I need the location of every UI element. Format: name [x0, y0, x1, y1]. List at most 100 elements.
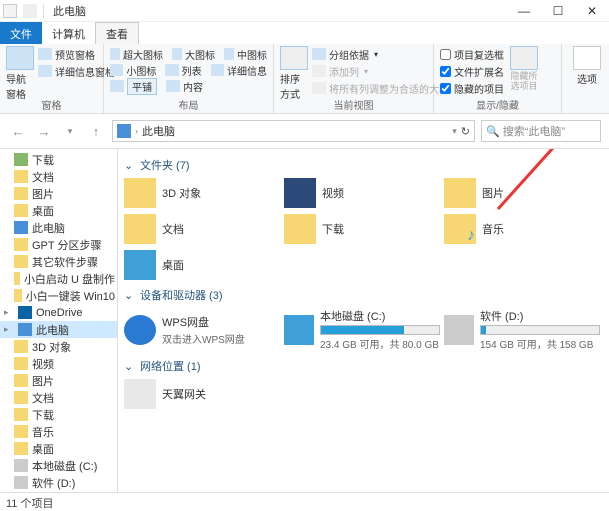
- item-icon: [124, 214, 156, 244]
- groupby-icon: [312, 48, 326, 60]
- search-icon: 🔍: [486, 125, 500, 138]
- folder-icon: [14, 408, 28, 421]
- ribbon-group-showhide: 项目复选框 文件扩展名 隐藏的项目 隐藏所选项目 显示/隐藏: [434, 44, 562, 113]
- list-item[interactable]: 3D 对象: [122, 175, 282, 211]
- capacity-bar: [480, 325, 600, 335]
- nav-pane-icon: [6, 46, 34, 70]
- up-button[interactable]: ↑: [86, 121, 106, 141]
- list-item[interactable]: 天翼网关: [122, 376, 282, 412]
- chevron-down-icon: ⌄: [124, 289, 134, 302]
- tab-computer[interactable]: 计算机: [42, 22, 95, 44]
- address-bar: ← → ▾ ↑ › 此电脑 ▾ ↻ 🔍 搜索“此电脑”: [0, 114, 609, 148]
- maximize-button[interactable]: ☐: [541, 0, 575, 22]
- layout-tiles[interactable]: 平铺: [127, 78, 157, 95]
- refresh-button[interactable]: ↻: [461, 125, 470, 138]
- item-icon: [124, 178, 156, 208]
- list-item[interactable]: 本地磁盘 (C:)23.4 GB 可用，共 80.0 GB: [282, 305, 442, 354]
- group-label-layout: 布局: [104, 97, 273, 112]
- layout-content[interactable]: 内容: [183, 79, 203, 94]
- item-subtext: 154 GB 可用，共 158 GB: [480, 336, 600, 351]
- list-item[interactable]: 文档: [122, 211, 282, 247]
- options-button[interactable]: 选项: [568, 46, 606, 86]
- close-button[interactable]: ✕: [575, 0, 609, 22]
- layout-list[interactable]: 列表: [182, 63, 202, 78]
- sidebar-item[interactable]: 下载: [0, 151, 117, 168]
- folder-icon: [14, 238, 28, 251]
- list-item[interactable]: 音乐: [442, 211, 602, 247]
- sidebar-item[interactable]: 视频: [0, 355, 117, 372]
- sidebar-item[interactable]: ▸OneDrive: [0, 304, 117, 321]
- layout-detail[interactable]: 详细信息: [227, 63, 267, 78]
- recent-dropdown[interactable]: ▾: [60, 121, 80, 141]
- folder-icon: [14, 374, 28, 387]
- sidebar-item[interactable]: GPT 分区步骤: [0, 236, 117, 253]
- item-icon: [124, 315, 156, 345]
- sidebar-item[interactable]: 桌面: [0, 202, 117, 219]
- layout-xl[interactable]: 超大图标: [123, 47, 163, 62]
- list-item[interactable]: 下载: [282, 211, 442, 247]
- sidebar-item[interactable]: 本地磁盘 (C:): [0, 457, 117, 474]
- sidebar-item[interactable]: 桌面: [0, 440, 117, 457]
- sidebar-item[interactable]: 其它软件步骤: [0, 253, 117, 270]
- app-icon: [3, 4, 17, 18]
- folder-icon: [14, 425, 28, 438]
- sidebar-item[interactable]: 软件 (D:): [0, 474, 117, 491]
- sidebar-item[interactable]: 图片: [0, 372, 117, 389]
- window-title: 此电脑: [53, 3, 86, 19]
- sidebar-item[interactable]: 音乐: [0, 423, 117, 440]
- section-title: 网络位置 (1): [140, 358, 201, 374]
- sidebar-item[interactable]: 下载: [0, 406, 117, 423]
- sidebar-item[interactable]: 文档: [0, 168, 117, 185]
- sidebar-item[interactable]: ▸此电脑: [0, 321, 117, 338]
- quickaccess-icon[interactable]: [23, 4, 37, 18]
- list-item[interactable]: 图片: [442, 175, 602, 211]
- section-header[interactable]: ⌄设备和驱动器 (3): [122, 283, 609, 305]
- sidebar-item-label: 下载: [32, 407, 54, 423]
- list-item[interactable]: 桌面: [122, 247, 282, 283]
- search-field[interactable]: 🔍 搜索“此电脑”: [481, 120, 601, 142]
- list-item[interactable]: 视频: [282, 175, 442, 211]
- sidebar-item[interactable]: 3D 对象: [0, 338, 117, 355]
- layout-sm[interactable]: 小图标: [126, 63, 156, 78]
- sidebar-item-label: 3D 对象: [32, 339, 71, 355]
- sort-icon: [280, 46, 308, 70]
- item-subtext: 23.4 GB 可用，共 80.0 GB: [320, 336, 440, 351]
- content-pane[interactable]: ⌄文件夹 (7)3D 对象视频图片文档下载音乐桌面⌄设备和驱动器 (3)WPS网…: [118, 149, 609, 492]
- item-label: 下载: [322, 221, 344, 237]
- addcol-button[interactable]: 添加列▾: [312, 63, 449, 79]
- groupby-button[interactable]: 分组依据▾: [312, 46, 449, 62]
- preview-pane-icon: [38, 48, 52, 60]
- layout-md[interactable]: 中图标: [237, 47, 267, 62]
- section-header[interactable]: ⌄网络位置 (1): [122, 354, 609, 376]
- forward-button[interactable]: →: [34, 121, 54, 141]
- item-label: WPS网盘: [162, 314, 245, 330]
- section-header[interactable]: ⌄文件夹 (7): [122, 153, 609, 175]
- sidebar-item[interactable]: 小白启动 U 盘制作: [0, 270, 117, 287]
- chk-extensions[interactable]: [440, 66, 451, 77]
- addcol-icon: [312, 65, 326, 77]
- sidebar-item[interactable]: 此电脑: [0, 219, 117, 236]
- back-button[interactable]: ←: [8, 121, 28, 141]
- folder-icon: [14, 187, 28, 200]
- layout-lg[interactable]: 大图标: [185, 47, 215, 62]
- tab-view[interactable]: 查看: [95, 22, 139, 44]
- chk-item-checkboxes[interactable]: [440, 49, 451, 60]
- minimize-button[interactable]: —: [507, 0, 541, 22]
- sidebar-item[interactable]: 图片: [0, 185, 117, 202]
- folder-icon: [18, 306, 32, 319]
- address-field[interactable]: › 此电脑 ▾ ↻: [112, 120, 475, 142]
- sidebar-item-label: 其它软件步骤: [32, 254, 98, 270]
- tab-file[interactable]: 文件: [0, 22, 42, 44]
- sidebar-item[interactable]: 文档: [0, 389, 117, 406]
- item-label: 音乐: [482, 221, 504, 237]
- ribbon: 导航窗格 预览窗格 详细信息窗格 窗格 超大图标大图标中图标 小图标列表详细信息…: [0, 44, 609, 114]
- item-label: 天翼网关: [162, 386, 206, 402]
- list-item[interactable]: 软件 (D:)154 GB 可用，共 158 GB: [442, 305, 602, 354]
- autosize-button[interactable]: 将所有列调整为合适的大小: [312, 80, 449, 96]
- list-item[interactable]: WPS网盘双击进入WPS网盘: [122, 305, 282, 354]
- chk-hidden-items[interactable]: [440, 83, 451, 94]
- nav-sidebar[interactable]: 下载文档图片桌面此电脑GPT 分区步骤其它软件步骤小白启动 U 盘制作小白一键装…: [0, 149, 118, 492]
- folder-icon: [14, 272, 20, 285]
- sidebar-item[interactable]: 小白一键装 Win10: [0, 287, 117, 304]
- ribbon-tabs: 文件 计算机 查看: [0, 22, 609, 44]
